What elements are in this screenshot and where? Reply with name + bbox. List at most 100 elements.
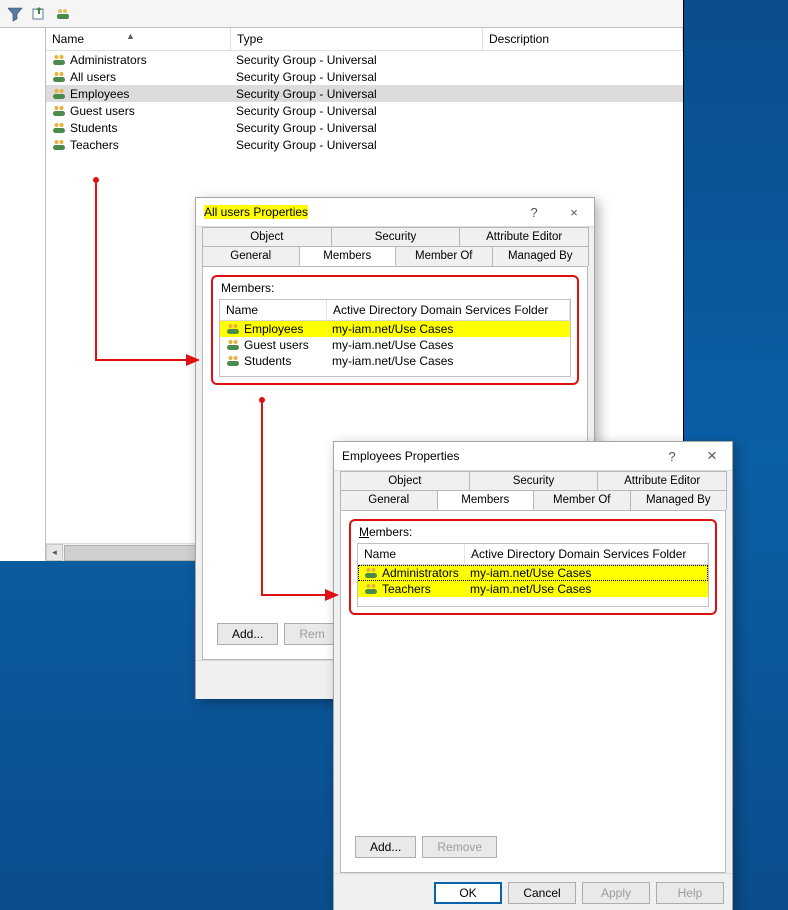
members-label-text: M	[359, 525, 369, 539]
group-icon	[52, 70, 66, 84]
member-row[interactable]: Teachers my-iam.net/Use Cases	[358, 581, 708, 597]
export-icon[interactable]	[30, 5, 48, 23]
group-icon	[364, 582, 378, 596]
col-folder-label: Active Directory Domain Services Folder	[471, 547, 686, 561]
group-row[interactable]: All usersSecurity Group - Universal	[46, 68, 683, 85]
close-icon: ×	[570, 205, 578, 220]
group-type-label: Security Group - Universal	[230, 104, 481, 118]
dialog1-members-col-folder[interactable]: Active Directory Domain Services Folder	[327, 300, 570, 320]
tab-attribute-editor[interactable]: Attribute Editor	[597, 471, 727, 490]
sort-ascending-icon: ▲	[126, 31, 135, 41]
member-folder-label: my-iam.net/Use Cases	[326, 338, 570, 352]
tab-object[interactable]: Object	[202, 227, 332, 246]
tab-managed-by[interactable]: Managed By	[630, 490, 728, 510]
tab-managed-by[interactable]: Managed By	[492, 246, 590, 266]
dialog2-members-groupbox: Members: Name Active Directory Domain Se…	[349, 519, 717, 615]
dialog2-members-col-folder[interactable]: Active Directory Domain Services Folder	[465, 544, 708, 564]
dialog1-members-label: Members:	[219, 281, 571, 297]
dialog2-remove-button[interactable]: Remove	[422, 836, 497, 858]
group-name-label: Guest users	[70, 104, 135, 118]
scroll-thumb[interactable]	[64, 545, 206, 561]
tab-attribute-editor[interactable]: Attribute Editor	[459, 227, 589, 246]
group-row[interactable]: TeachersSecurity Group - Universal	[46, 136, 683, 153]
group-icon	[52, 53, 66, 67]
member-folder-label: my-iam.net/Use Cases	[464, 566, 708, 580]
column-header-description-label: Description	[489, 32, 549, 46]
dialog2-help-button[interactable]: ?	[652, 442, 692, 470]
dialog2-members-col-name[interactable]: Name	[358, 544, 465, 564]
dialog2-members-header: Name Active Directory Domain Services Fo…	[358, 544, 708, 565]
group-icon	[52, 87, 66, 101]
close-icon: ×	[707, 446, 717, 466]
dialog1-members-header: Name Active Directory Domain Services Fo…	[220, 300, 570, 321]
dialog1-titlebar[interactable]: All users Properties ? ×	[196, 198, 594, 227]
member-folder-label: my-iam.net/Use Cases	[326, 354, 570, 368]
employees-properties-dialog: Employees Properties ? × ObjectSecurityA…	[333, 441, 733, 910]
member-row[interactable]: Administrators my-iam.net/Use Cases	[358, 565, 708, 581]
col-name-label: Name	[226, 303, 258, 317]
dialog2-ok-button[interactable]: OK	[434, 882, 502, 904]
dialog2-help-button-footer[interactable]: Help	[656, 882, 724, 904]
column-header-name[interactable]: Name ▲	[46, 28, 231, 50]
col-folder-label: Active Directory Domain Services Folder	[333, 303, 548, 317]
dialog2-members-list[interactable]: Name Active Directory Domain Services Fo…	[357, 543, 709, 607]
member-name-label: Employees	[244, 322, 303, 336]
member-name-label: Guest users	[244, 338, 309, 352]
group-icon	[52, 104, 66, 118]
tab-members[interactable]: Members	[437, 490, 535, 510]
tab-security[interactable]: Security	[331, 227, 461, 246]
group-row[interactable]: EmployeesSecurity Group - Universal	[46, 85, 683, 102]
group-type-label: Security Group - Universal	[230, 53, 481, 67]
column-header-type[interactable]: Type	[231, 28, 483, 50]
column-header-name-label: Name	[52, 32, 84, 46]
filter-icon[interactable]	[6, 5, 24, 23]
member-row[interactable]: Students my-iam.net/Use Cases	[220, 353, 570, 369]
member-folder-label: my-iam.net/Use Cases	[464, 582, 708, 596]
members-label-rest: embers:	[369, 525, 412, 539]
dialog2-close-button[interactable]: ×	[692, 442, 732, 470]
member-row[interactable]: Guest users my-iam.net/Use Cases	[220, 337, 570, 353]
tab-members[interactable]: Members	[299, 246, 397, 266]
member-name-label: Students	[244, 354, 291, 368]
dialog2-add-button[interactable]: Add...	[355, 836, 416, 858]
dialog1-members-list[interactable]: Name Active Directory Domain Services Fo…	[219, 299, 571, 377]
help-icon: ?	[668, 449, 675, 464]
dialog2-titlebar[interactable]: Employees Properties ? ×	[334, 442, 732, 471]
group-row[interactable]: Administrators Security Group - Universal	[46, 51, 683, 68]
tab-security[interactable]: Security	[469, 471, 599, 490]
tab-member-of[interactable]: Member Of	[533, 490, 631, 510]
dialog2-footer: OK Cancel Apply Help	[334, 873, 732, 910]
dialog2-cancel-button[interactable]: Cancel	[508, 882, 576, 904]
member-row[interactable]: Employeesmy-iam.net/Use Cases	[220, 321, 570, 337]
member-name-label: Teachers	[382, 582, 431, 596]
dialog1-close-button[interactable]: ×	[554, 198, 594, 226]
tab-member-of[interactable]: Member Of	[395, 246, 493, 266]
query-users-icon[interactable]	[54, 5, 72, 23]
dialog1-help-button[interactable]: ?	[514, 198, 554, 226]
tab-object[interactable]: Object	[340, 471, 470, 490]
group-row[interactable]: StudentsSecurity Group - Universal	[46, 119, 683, 136]
column-header-type-label: Type	[237, 32, 263, 46]
help-icon: ?	[530, 205, 537, 220]
dialog2-members-label: Members:	[357, 525, 709, 541]
dialog1-add-button[interactable]: Add...	[217, 623, 278, 645]
dialog1-remove-button[interactable]: Rem	[284, 623, 339, 645]
member-name-label: Administrators	[382, 566, 459, 580]
tab-general[interactable]: General	[202, 246, 300, 266]
group-icon	[52, 138, 66, 152]
group-row[interactable]: Guest users Security Group - Universal	[46, 102, 683, 119]
dialog1-members-groupbox: Members: Name Active Directory Domain Se…	[211, 275, 579, 385]
group-icon	[226, 354, 240, 368]
scroll-left-arrow-icon[interactable]: ◂	[46, 544, 63, 561]
group-icon	[226, 322, 240, 336]
column-header-description[interactable]: Description	[483, 28, 683, 50]
group-name-label: Administrators	[70, 53, 147, 67]
col-name-label: Name	[364, 547, 396, 561]
tab-general[interactable]: General	[340, 490, 438, 510]
tree-collapsed-panel	[0, 28, 46, 561]
dialog1-members-col-name[interactable]: Name	[220, 300, 327, 320]
toolbar	[0, 0, 683, 28]
members-label-text: M	[221, 281, 231, 295]
group-type-label: Security Group - Universal	[230, 138, 481, 152]
dialog2-apply-button[interactable]: Apply	[582, 882, 650, 904]
